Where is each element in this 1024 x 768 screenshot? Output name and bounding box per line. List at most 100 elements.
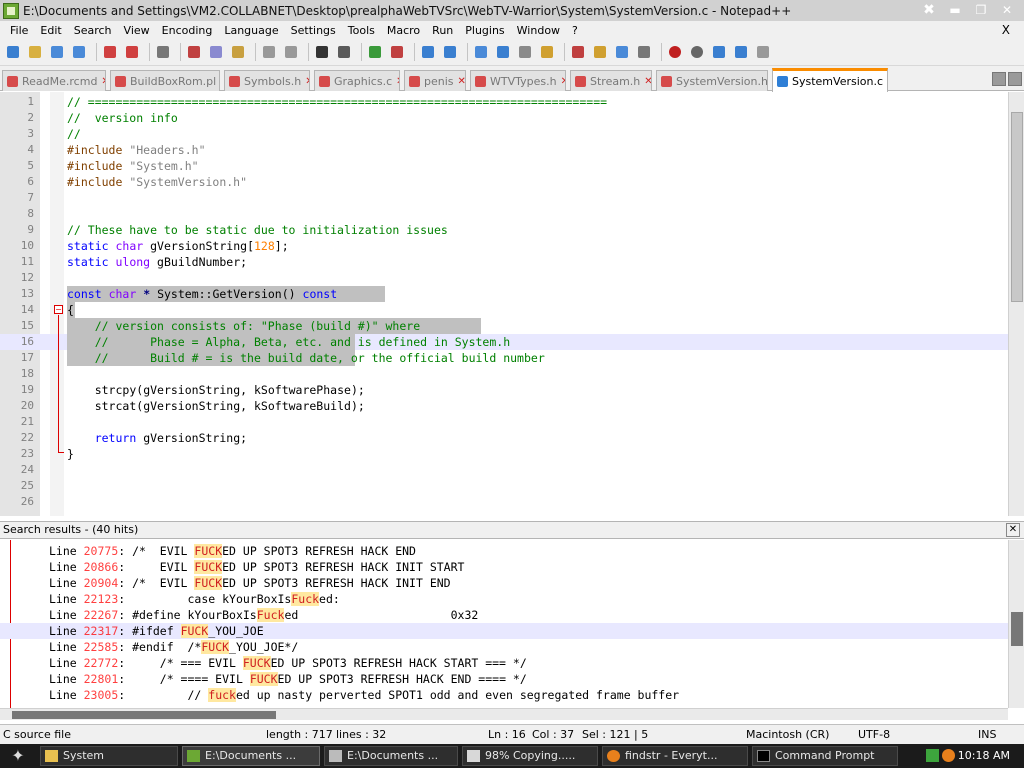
tab-systemversion-h[interactable]: SystemVersion.h ✕ [656, 70, 768, 91]
task-notepadpp[interactable]: E:\Documents ... [182, 746, 320, 766]
menu-plugins[interactable]: Plugins [459, 24, 510, 37]
play-macro-icon[interactable] [710, 43, 728, 61]
tab-penis[interactable]: penis ✕ [404, 70, 466, 91]
code-line[interactable]: 6 #include "SystemVersion.h" [0, 174, 1008, 190]
start-button[interactable]: ✦ [4, 746, 32, 766]
code-editor[interactable]: 1 // ====================================… [0, 92, 1024, 516]
task-command-prompt[interactable]: Command Prompt [752, 746, 898, 766]
paste-icon[interactable] [229, 43, 247, 61]
zoom-out-icon[interactable] [388, 43, 406, 61]
task-copying[interactable]: 98% Copying..... [462, 746, 598, 766]
code-line[interactable]: 15 // version consists of: "Phase (build… [0, 318, 1008, 334]
code-line[interactable]: 18 [0, 366, 1008, 382]
cut-icon[interactable] [185, 43, 203, 61]
code-line[interactable]: 23} [0, 446, 1008, 462]
sync-horizontal-icon[interactable] [441, 43, 459, 61]
code-line[interactable]: 2 // version info [0, 110, 1008, 126]
code-line[interactable]: 20 strcat(gVersionString, kSoftwareBuild… [0, 398, 1008, 414]
user-language-icon[interactable] [538, 43, 556, 61]
new-file-icon[interactable] [4, 43, 22, 61]
maximize-button[interactable]: ❐ [970, 3, 992, 19]
code-line[interactable]: 4 #include "Headers.h" [0, 142, 1008, 158]
code-line[interactable]: 7 [0, 190, 1008, 206]
code-line[interactable]: 10 static char gVersionString[128]; [0, 238, 1008, 254]
tab-close-icon[interactable]: ✕ [101, 76, 105, 87]
tab-graphics[interactable]: Graphics.c ✕ [314, 70, 400, 91]
task-system[interactable]: System [40, 746, 178, 766]
save-macro-icon[interactable] [754, 43, 772, 61]
run-macro-multiple-icon[interactable] [732, 43, 750, 61]
code-line[interactable]: 26 [0, 494, 1008, 510]
folder-workspace-icon[interactable] [613, 43, 631, 61]
monitoring-icon[interactable] [635, 43, 653, 61]
open-file-icon[interactable] [26, 43, 44, 61]
tab-buildboxrom[interactable]: BuildBoxRom.pl ✕ [110, 70, 220, 91]
search-result-line[interactable]: Line 20866: EVIL FUCKED UP SPOT3 REFRESH… [0, 559, 1008, 575]
code-line[interactable]: 21 [0, 414, 1008, 430]
editor-vertical-scrollbar[interactable] [1008, 92, 1024, 516]
code-line[interactable]: 19 strcpy(gVersionString, kSoftwarePhase… [0, 382, 1008, 398]
show-all-chars-icon[interactable] [494, 43, 512, 61]
sync-vertical-icon[interactable] [419, 43, 437, 61]
search-horizontal-scrollbar[interactable] [0, 708, 1008, 720]
code-line[interactable]: 5 #include "System.h" [0, 158, 1008, 174]
search-scroll-thumb[interactable] [1011, 612, 1023, 646]
close-button[interactable]: ✕ [996, 3, 1018, 19]
code-line[interactable]: 9 // These have to be static due to initi… [0, 222, 1008, 238]
search-result-line[interactable]: Line 22317: #ifdef FUCK_YOU_JOE [0, 623, 1008, 639]
find-icon[interactable] [313, 43, 331, 61]
tab-close-icon[interactable]: ✕ [561, 76, 565, 87]
redo-icon[interactable] [282, 43, 300, 61]
search-result-line[interactable]: Line 22801: /* ==== EVIL FUCKED UP SPOT3… [0, 671, 1008, 687]
menu-edit[interactable]: Edit [34, 24, 67, 37]
save-icon[interactable] [48, 43, 66, 61]
code-line[interactable]: 22 return gVersionString; [0, 430, 1008, 446]
search-result-line[interactable]: Line 20904: /* EVIL FUCKED UP SPOT3 REFR… [0, 575, 1008, 591]
word-wrap-icon[interactable] [472, 43, 490, 61]
clock[interactable]: 10:18 AM [958, 749, 1010, 762]
menu-window[interactable]: Window [511, 24, 566, 37]
tab-stream[interactable]: Stream.h ✕ [570, 70, 652, 91]
tab-close-icon[interactable]: ✕ [305, 76, 309, 87]
print-icon[interactable] [154, 43, 172, 61]
code-line[interactable]: 11 static ulong gBuildNumber; [0, 254, 1008, 270]
search-result-line[interactable]: Line 22267: #define kYourBoxIsFucked 0x3… [0, 607, 1008, 623]
close-document-button[interactable]: X [996, 23, 1016, 37]
menu-macro[interactable]: Macro [381, 24, 426, 37]
tab-close-icon[interactable]: ✕ [458, 76, 465, 87]
search-result-line[interactable]: Line 22123: case kYourBoxIsFucked: [0, 591, 1008, 607]
close-file-icon[interactable] [101, 43, 119, 61]
tab-close-icon[interactable]: ✕ [887, 76, 888, 87]
code-line[interactable]: 16 // Phase = Alpha, Beta, etc. and is d… [0, 334, 1008, 350]
search-result-line[interactable]: Line 23005: // fucked up nasty perverted… [0, 687, 1008, 703]
search-results-panel[interactable]: Line 20775: /* EVIL FUCKED UP SPOT3 REFR… [0, 540, 1024, 708]
tab-close-icon[interactable]: ✕ [396, 76, 399, 87]
undo-icon[interactable] [260, 43, 278, 61]
search-vertical-scrollbar[interactable] [1008, 540, 1024, 708]
code-line[interactable]: 13 const char * System::GetVersion() cons… [0, 286, 1008, 302]
code-line[interactable]: 17 // Build # = is the build date, or th… [0, 350, 1008, 366]
minimize-button[interactable]: ▬ [944, 3, 966, 19]
tab-scroll-right-button[interactable] [1008, 72, 1022, 86]
code-line[interactable]: 14 { [0, 302, 1008, 318]
task-7zip[interactable]: E:\Documents ... [324, 746, 458, 766]
fold-collapse-icon[interactable]: − [54, 305, 63, 314]
stop-record-icon[interactable] [688, 43, 706, 61]
indent-guide-icon[interactable] [516, 43, 534, 61]
function-list-icon[interactable] [591, 43, 609, 61]
network-icon[interactable] [926, 749, 939, 762]
pin-icon[interactable]: ✖ [918, 3, 940, 19]
notepadpp-app-icon[interactable] [3, 2, 19, 19]
code-line[interactable]: 3 // [0, 126, 1008, 142]
menu-search[interactable]: Search [68, 24, 118, 37]
code-line[interactable]: 25 [0, 478, 1008, 494]
tab-systemversion-c[interactable]: SystemVersion.c ✕ [772, 68, 888, 92]
code-line[interactable]: 12 [0, 270, 1008, 286]
menu-help[interactable]: ? [566, 24, 584, 37]
tab-close-icon[interactable]: ✕ [644, 76, 651, 87]
search-tray-icon[interactable] [942, 749, 955, 762]
copy-icon[interactable] [207, 43, 225, 61]
menu-tools[interactable]: Tools [342, 24, 381, 37]
code-line[interactable]: 8 [0, 206, 1008, 222]
menu-run[interactable]: Run [426, 24, 459, 37]
